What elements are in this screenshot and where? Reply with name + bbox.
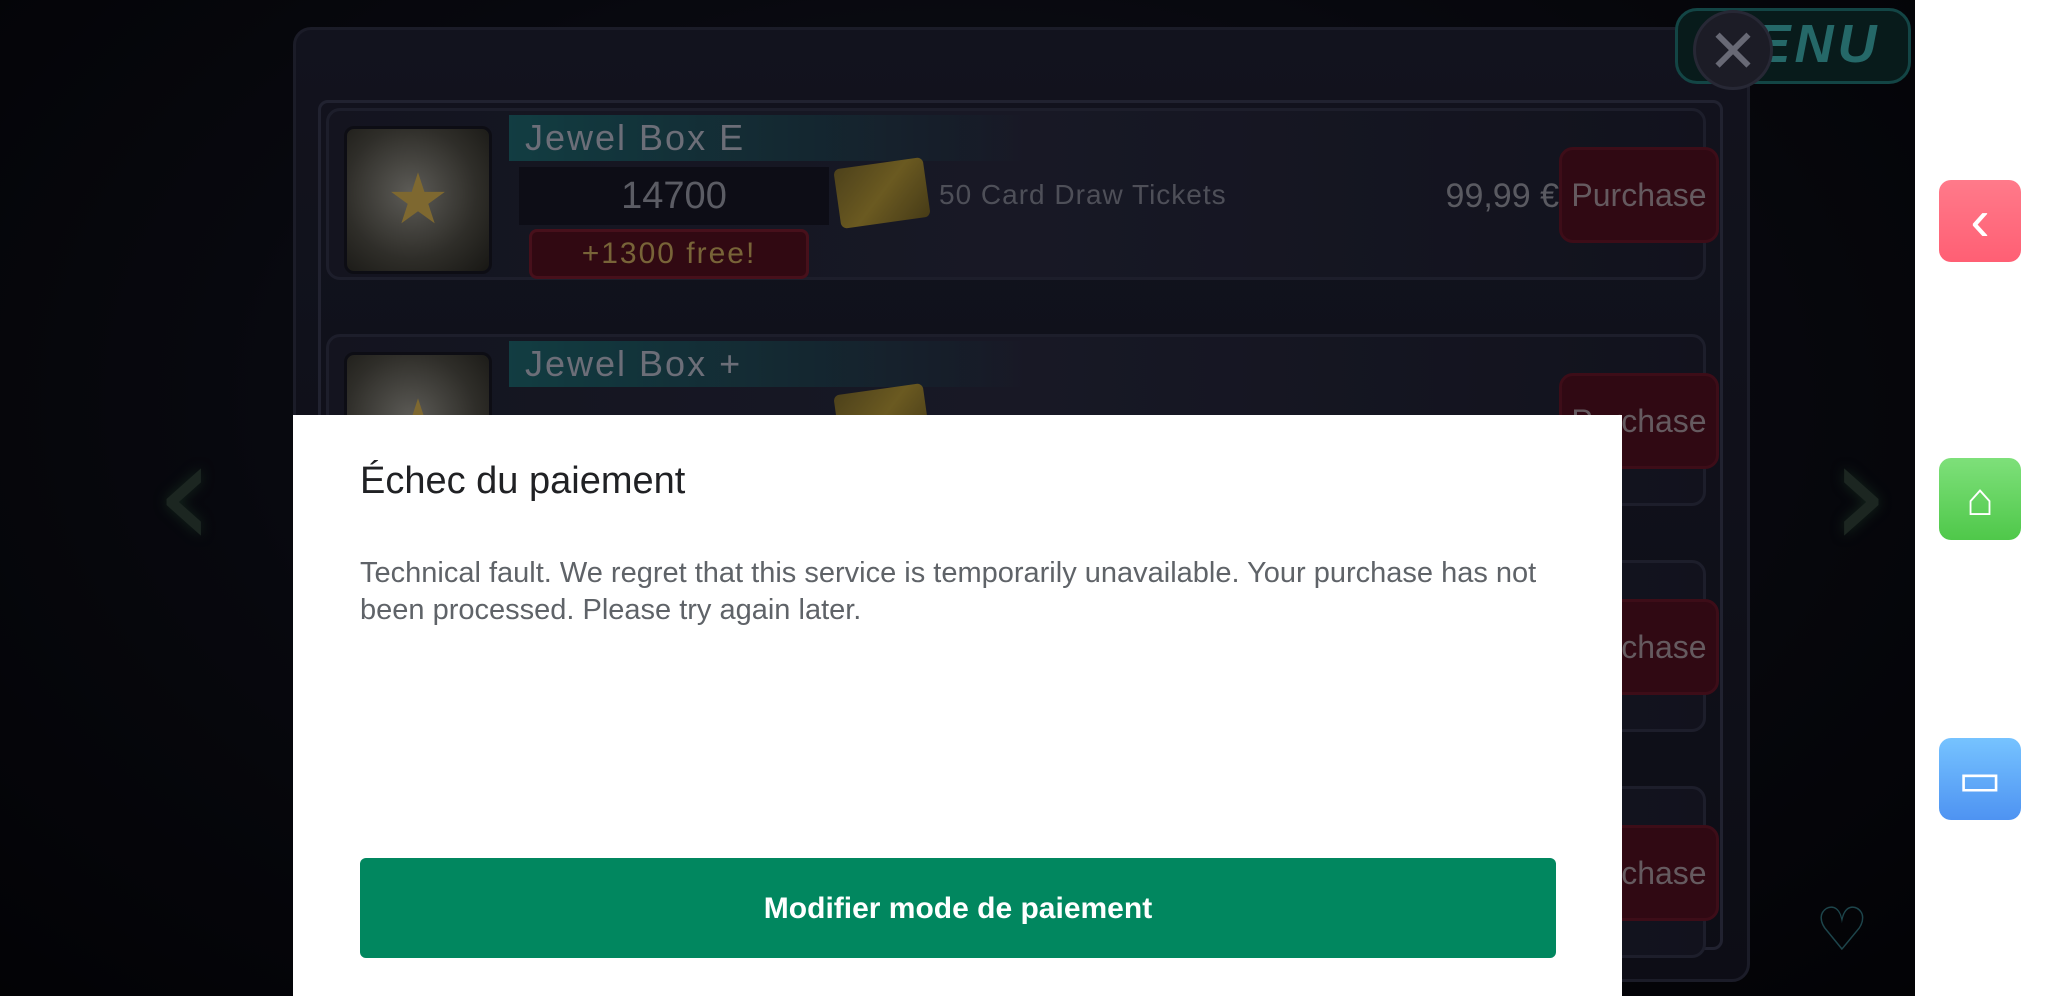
system-nav-bar: ‹ ⌂ ▭ xyxy=(1915,0,2048,996)
payment-error-dialog: Échec du paiement Technical fault. We re… xyxy=(293,415,1622,996)
back-icon[interactable]: ‹ xyxy=(1939,180,2021,262)
home-icon[interactable]: ⌂ xyxy=(1939,458,2021,540)
recents-icon[interactable]: ▭ xyxy=(1939,738,2021,820)
dialog-title: Échec du paiement xyxy=(360,460,686,502)
modify-payment-method-button[interactable]: Modifier mode de paiement xyxy=(360,858,1556,958)
dialog-message: Technical fault. We regret that this ser… xyxy=(360,557,1537,626)
